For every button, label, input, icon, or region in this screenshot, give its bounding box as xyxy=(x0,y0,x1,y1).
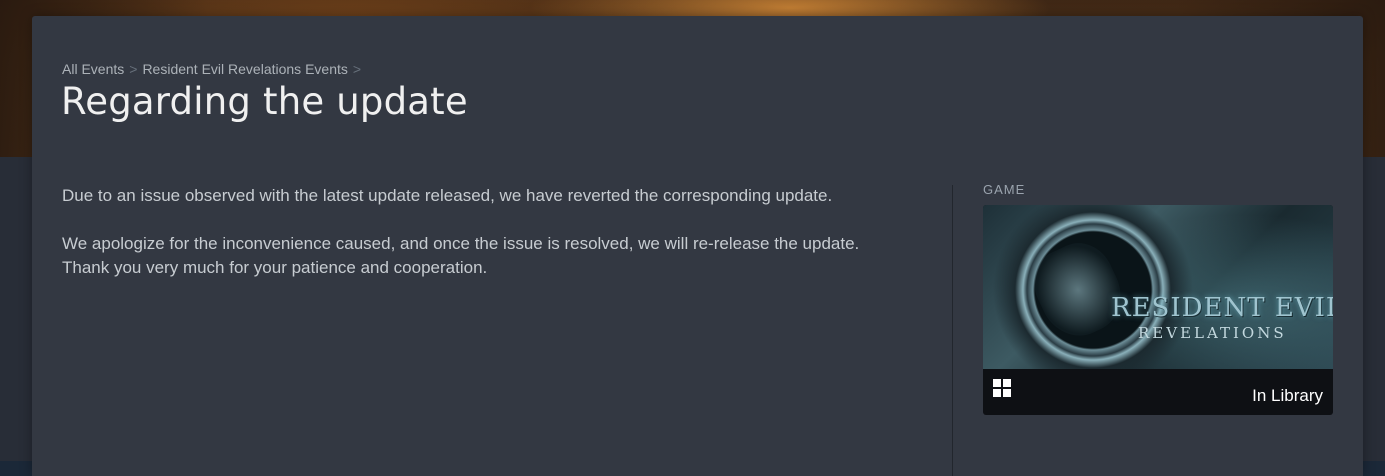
body-paragraph: Due to an issue observed with the latest… xyxy=(62,186,833,205)
game-section-label: GAME xyxy=(983,182,1026,197)
game-art-title: RESIDENT EVIL xyxy=(1111,293,1333,323)
event-body: Due to an issue observed with the latest… xyxy=(62,184,942,280)
body-line: Thank you very much for your patience an… xyxy=(62,258,488,277)
body-paragraph: We apologize for the inconvenience cause… xyxy=(62,232,942,280)
page-title: Regarding the update xyxy=(61,80,468,123)
breadcrumb-separator: > xyxy=(129,61,138,77)
column-divider xyxy=(952,185,953,476)
hand-print-graphic xyxy=(1022,232,1134,348)
body-line: We apologize for the inconvenience cause… xyxy=(62,234,860,253)
breadcrumb-all-events[interactable]: All Events xyxy=(62,61,124,77)
breadcrumb-separator: > xyxy=(352,61,362,77)
in-library-status: In Library xyxy=(1252,386,1323,405)
game-capsule-image[interactable]: RESIDENT EVIL REVELATIONS xyxy=(983,205,1333,369)
breadcrumb-game-events[interactable]: Resident Evil Revelations Events xyxy=(142,61,347,77)
event-panel: All Events > Resident Evil Revelations Eve… xyxy=(32,16,1363,476)
game-card[interactable]: RESIDENT EVIL REVELATIONS In Library xyxy=(983,205,1333,415)
breadcrumb: All Events > Resident Evil Revelations Eve… xyxy=(62,61,366,77)
windows-icon xyxy=(993,379,1012,398)
game-art-subtitle: REVELATIONS xyxy=(1138,324,1287,342)
